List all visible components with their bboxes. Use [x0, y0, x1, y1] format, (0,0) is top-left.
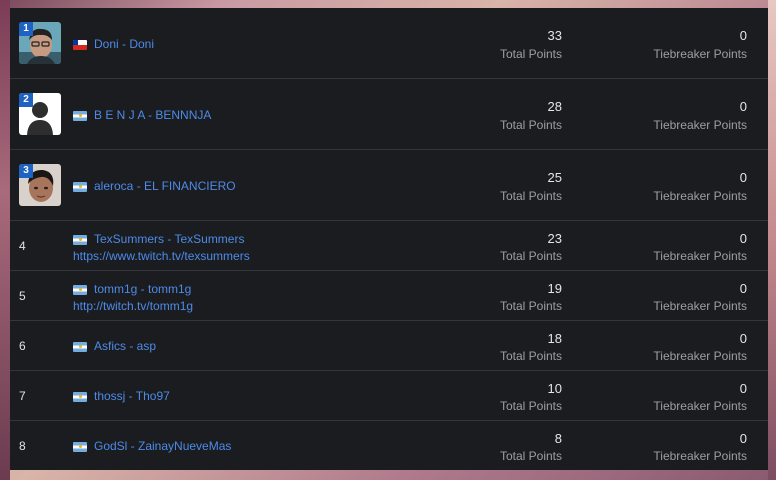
player-name-text: aleroca - EL FINANCIERO: [94, 179, 236, 193]
total-points-label: Total Points: [499, 299, 562, 313]
background-art-left: [0, 0, 10, 480]
total-points-value: 18: [547, 331, 562, 346]
avatar[interactable]: 2: [19, 93, 61, 135]
tiebreaker-points-label: Tiebreaker Points: [653, 449, 747, 463]
argentina-flag-icon: [73, 181, 87, 192]
stream-link[interactable]: https://www.twitch.tv/texsummers: [73, 249, 250, 263]
tiebreaker-points-value: 0: [739, 231, 747, 246]
leaderboard-row: 1 Doni - Doni 33 Total Points 0 Tiebreak…: [10, 8, 768, 79]
leaderboard-row: 7 thossj - Tho97 10 Total Points 0 Tiebr…: [10, 371, 768, 421]
leaderboard-panel: 1 Doni - Doni 33 Total Points 0 Tiebreak…: [10, 8, 768, 470]
total-points-label: Total Points: [499, 399, 562, 413]
rank-number: 6: [19, 339, 26, 353]
argentina-flag-icon: [73, 110, 87, 121]
tiebreaker-points-value: 0: [739, 99, 747, 114]
chile-flag-icon: [73, 39, 87, 50]
tiebreaker-points-label: Tiebreaker Points: [653, 299, 747, 313]
player-name-link[interactable]: Asfics - asp: [73, 339, 156, 353]
player-name-link[interactable]: TexSummers - TexSummers: [73, 232, 244, 246]
tiebreaker-points-value: 0: [739, 281, 747, 296]
argentina-flag-icon: [73, 284, 87, 295]
tiebreaker-points-label: Tiebreaker Points: [653, 189, 747, 203]
player-name-link[interactable]: aleroca - EL FINANCIERO: [73, 179, 236, 193]
total-points-value: 33: [547, 28, 562, 43]
argentina-flag-icon: [73, 441, 87, 452]
player-name-link[interactable]: thossj - Tho97: [73, 389, 170, 403]
avatar[interactable]: 3: [19, 164, 61, 206]
rank-number: 4: [19, 239, 26, 253]
leaderboard-row: 4 TexSummers - TexSummers https://www.tw…: [10, 221, 768, 271]
player-name-text: Asfics - asp: [94, 339, 157, 353]
leaderboard-row: 6 Asfics - asp 18 Total Points 0 Tiebrea…: [10, 321, 768, 371]
leaderboard-row: 2 B E N J A - BENNNJA 28 Total Points 0 …: [10, 79, 768, 150]
total-points-value: 8: [554, 431, 562, 446]
player-name-text: GodSl - ZainayNueveMas: [94, 439, 232, 453]
tiebreaker-points-value: 0: [739, 170, 747, 185]
rank-badge: 3: [19, 164, 33, 178]
player-name-link[interactable]: Doni - Doni: [73, 37, 154, 51]
rank-badge: 2: [19, 93, 33, 107]
avatar[interactable]: 1: [19, 22, 61, 64]
tiebreaker-points-label: Tiebreaker Points: [653, 118, 747, 132]
stream-link[interactable]: http://twitch.tv/tomm1g: [73, 299, 193, 313]
total-points-label: Total Points: [499, 349, 562, 363]
rank-number: 5: [19, 289, 26, 303]
player-name-text: tomm1g - tomm1g: [94, 282, 192, 296]
player-name-text: TexSummers - TexSummers: [94, 232, 245, 246]
rank-badge: 1: [19, 22, 33, 36]
argentina-flag-icon: [73, 234, 87, 245]
total-points-label: Total Points: [499, 118, 562, 132]
leaderboard-row: 8 GodSl - ZainayNueveMas 8 Total Points …: [10, 421, 768, 470]
tiebreaker-points-value: 0: [739, 381, 747, 396]
total-points-label: Total Points: [499, 449, 562, 463]
player-name-link[interactable]: B E N J A - BENNNJA: [73, 108, 211, 122]
player-name-link[interactable]: tomm1g - tomm1g: [73, 282, 191, 296]
total-points-value: 23: [547, 231, 562, 246]
total-points-label: Total Points: [499, 249, 562, 263]
total-points-value: 25: [547, 170, 562, 185]
tiebreaker-points-label: Tiebreaker Points: [653, 47, 747, 61]
tiebreaker-points-value: 0: [739, 28, 747, 43]
total-points-value: 19: [547, 281, 562, 296]
player-name-text: thossj - Tho97: [94, 389, 170, 403]
total-points-label: Total Points: [499, 47, 562, 61]
total-points-value: 10: [547, 381, 562, 396]
tiebreaker-points-label: Tiebreaker Points: [653, 399, 747, 413]
argentina-flag-icon: [73, 341, 87, 352]
player-name-link[interactable]: GodSl - ZainayNueveMas: [73, 439, 231, 453]
argentina-flag-icon: [73, 391, 87, 402]
tiebreaker-points-label: Tiebreaker Points: [653, 349, 747, 363]
player-name-text: Doni - Doni: [94, 37, 155, 51]
tiebreaker-points-value: 0: [739, 431, 747, 446]
leaderboard-row: 3 aleroca - EL FINANCIERO 25 Total Point…: [10, 150, 768, 221]
total-points-label: Total Points: [499, 189, 562, 203]
total-points-value: 28: [547, 99, 562, 114]
rank-number: 8: [19, 439, 26, 453]
rank-number: 7: [19, 389, 26, 403]
background-art-right: [768, 0, 776, 480]
leaderboard-row: 5 tomm1g - tomm1g http://twitch.tv/tomm1…: [10, 271, 768, 321]
player-name-text: B E N J A - BENNNJA: [94, 108, 212, 122]
tiebreaker-points-label: Tiebreaker Points: [653, 249, 747, 263]
tiebreaker-points-value: 0: [739, 331, 747, 346]
